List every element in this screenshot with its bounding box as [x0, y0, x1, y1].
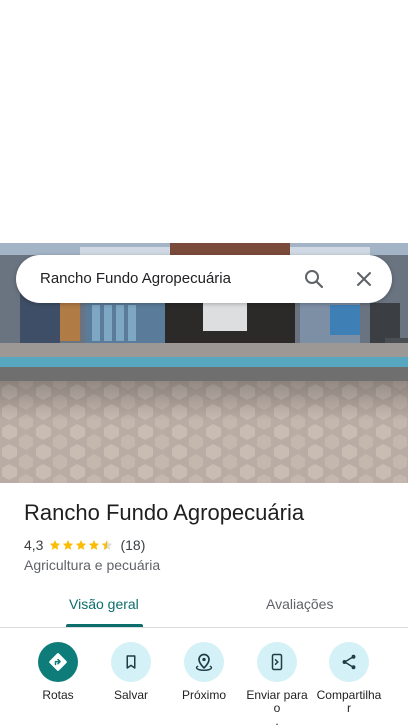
directions-button[interactable]: Rotas	[23, 642, 93, 702]
search-bar[interactable]: Rancho Fundo Agropecuária	[16, 255, 392, 303]
star-rating	[49, 539, 114, 551]
rating-value: 4,3	[24, 537, 44, 553]
star-full-icon	[50, 540, 61, 550]
star-full-icon	[76, 540, 87, 550]
nearby-icon	[184, 642, 224, 682]
star-half-icon	[102, 540, 113, 550]
blank-map-area	[0, 0, 408, 243]
search-icon[interactable]	[302, 267, 326, 291]
directions-label: Rotas	[42, 688, 74, 702]
send-to-phone-label: Enviar para o .	[246, 688, 308, 728]
tab-reviews[interactable]: Avaliações	[266, 596, 333, 612]
rating-row[interactable]: 4,3 (18)	[24, 536, 145, 554]
save-label: Salvar	[113, 688, 148, 702]
tabs-divider	[0, 627, 408, 628]
bookmark-icon	[111, 642, 151, 682]
share-label: Compartilha r	[316, 688, 382, 715]
share-icon	[329, 642, 369, 682]
place-category: Agricultura e pecuária	[24, 557, 161, 573]
star-full-icon	[89, 540, 100, 550]
nearby-button[interactable]: Próximo	[169, 642, 239, 702]
nearby-label: Próximo	[181, 688, 226, 702]
send-to-phone-icon	[257, 642, 297, 682]
directions-icon	[38, 642, 78, 682]
save-button[interactable]: Salvar	[96, 642, 166, 702]
place-title: Rancho Fundo Agropecuária	[24, 500, 305, 525]
review-count: (18)	[120, 537, 146, 553]
star-full-icon	[63, 540, 74, 550]
tab-overview[interactable]: Visão geral	[69, 596, 139, 612]
share-button[interactable]: Compartilha r	[314, 642, 384, 715]
search-input[interactable]: Rancho Fundo Agropecuária	[40, 270, 231, 287]
send-to-phone-button[interactable]: Enviar para o .	[242, 642, 312, 728]
close-icon[interactable]	[352, 267, 376, 291]
